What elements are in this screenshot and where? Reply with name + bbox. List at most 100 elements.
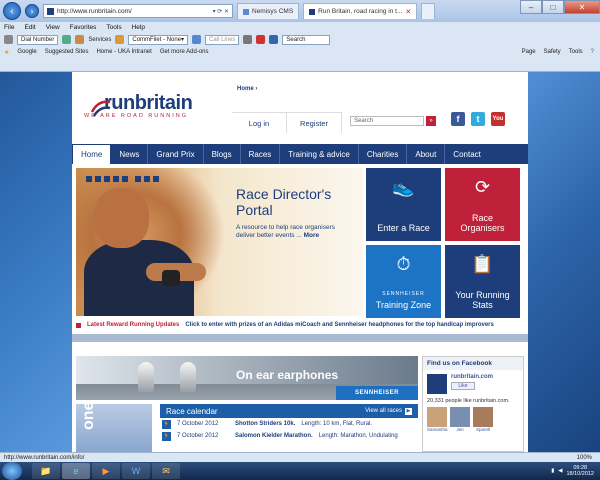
youtube-icon[interactable]: You: [491, 112, 505, 126]
tab-nemisys[interactable]: Nemisys CMS: [237, 3, 300, 19]
nav-grand-prix[interactable]: Grand Prix: [148, 144, 204, 164]
minimize-button[interactable]: –: [520, 0, 542, 14]
fan-avatar[interactable]: [473, 407, 493, 427]
address-controls-icon[interactable]: ▾ ⟳ ✕: [213, 8, 232, 15]
network-icon[interactable]: ▮: [551, 468, 554, 474]
settings-icon[interactable]: [75, 35, 85, 44]
fan-avatar[interactable]: [427, 407, 447, 427]
favorites-star-icon[interactable]: ★: [4, 49, 9, 56]
facebook-page-name[interactable]: runbritain.com: [451, 374, 493, 380]
nav-home[interactable]: Home: [72, 144, 112, 164]
fan-name[interactable]: Jen: [450, 427, 470, 432]
help-icon[interactable]: ?: [591, 49, 594, 55]
fav-uka-intranet[interactable]: Home - UKA Intranet: [96, 49, 151, 55]
race-name[interactable]: Salomon Kielder Marathon.: [235, 433, 313, 439]
zoom-level[interactable]: 100%: [577, 455, 600, 461]
services-label[interactable]: Services: [88, 37, 111, 43]
close-window-button[interactable]: ✕: [564, 0, 600, 14]
clock[interactable]: 09:28 18/10/2012: [566, 465, 594, 477]
phone-icon[interactable]: [62, 35, 72, 44]
ticker-text[interactable]: Click to enter with prizes of an Adidas …: [185, 322, 494, 328]
menu-help[interactable]: Help: [132, 24, 145, 31]
cmd-safety[interactable]: Safety: [544, 49, 561, 55]
side-promo-image[interactable]: ones: [76, 404, 152, 452]
internet-explorer-taskbar-icon[interactable]: e: [62, 463, 90, 479]
nav-charities[interactable]: Charities: [359, 144, 408, 164]
forward-button[interactable]: ›: [25, 4, 39, 18]
menu-tools[interactable]: Tools: [106, 24, 121, 31]
nav-about[interactable]: About: [407, 144, 446, 164]
nav-blogs[interactable]: Blogs: [204, 144, 241, 164]
tile-running-stats[interactable]: 📋 Your Running Stats: [445, 245, 520, 318]
nav-news[interactable]: News: [111, 144, 149, 164]
facebook-page-avatar[interactable]: [427, 374, 447, 394]
carousel-dot[interactable]: [153, 176, 159, 182]
facebook-icon[interactable]: f: [451, 112, 465, 126]
search-go-button[interactable]: »: [426, 116, 436, 126]
start-button[interactable]: [2, 462, 22, 480]
tile-training-zone[interactable]: ⏱ SENNHEISER Training Zone: [366, 245, 441, 318]
carousel-dot[interactable]: [95, 176, 101, 182]
login-link[interactable]: Log in: [232, 113, 287, 133]
hero-carousel[interactable]: Race Director's Portal A resource to hel…: [76, 168, 363, 316]
fan-avatar[interactable]: [450, 407, 470, 427]
tile-enter-a-race[interactable]: 👟 Enter a Race: [366, 168, 441, 241]
race-calendar-row[interactable]: 🏃 7 October 2012 Salomon Kielder Maratho…: [160, 430, 418, 442]
toolbar-search-field[interactable]: Search: [282, 34, 331, 45]
call-lines-field[interactable]: Call Lines: [205, 34, 240, 45]
home-icon[interactable]: [115, 35, 125, 44]
cmd-page[interactable]: Page: [522, 49, 536, 55]
close-toolbar-icon[interactable]: [4, 35, 13, 44]
menu-view[interactable]: View: [46, 24, 60, 31]
carousel-dot[interactable]: [104, 176, 110, 182]
fav-google[interactable]: Google: [17, 49, 36, 55]
menu-favorites[interactable]: Favorites: [70, 24, 97, 31]
sennheiser-banner-ad[interactable]: On ear earphones SENNHEISER: [76, 356, 418, 400]
commfile-select[interactable]: CommFilet - None ▾: [128, 34, 189, 45]
tab-close-icon[interactable]: ✕: [405, 8, 411, 16]
news-ticker[interactable]: Latest Reward Running Updates Click to e…: [76, 320, 524, 330]
fav-suggested-sites[interactable]: Suggested Sites: [45, 49, 89, 55]
cmd-tools[interactable]: Tools: [569, 49, 583, 55]
tile-race-organisers[interactable]: ⟳ Race Organisers: [445, 168, 520, 241]
ticker-label[interactable]: Latest Reward Running Updates: [87, 322, 179, 328]
carousel-dot[interactable]: [135, 176, 141, 182]
mail-icon[interactable]: [256, 35, 266, 44]
word-taskbar-icon[interactable]: W: [122, 463, 150, 479]
runbritain-logo[interactable]: runbritain WE ARE ROAD RUNNING: [84, 92, 193, 119]
dial-number-field[interactable]: Dial Number: [17, 34, 59, 45]
explorer-taskbar-icon[interactable]: 📁: [32, 463, 60, 479]
menu-edit[interactable]: Edit: [24, 24, 35, 31]
carousel-dot[interactable]: [144, 176, 150, 182]
nav-races[interactable]: Races: [241, 144, 281, 164]
back-button[interactable]: ‹: [3, 2, 21, 20]
new-tab-button[interactable]: [421, 3, 436, 19]
carousel-dot[interactable]: [113, 176, 119, 182]
hero-title[interactable]: Race Director's Portal: [236, 186, 356, 218]
site-search-input[interactable]: Search: [350, 116, 424, 126]
media-player-taskbar-icon[interactable]: ▶: [92, 463, 120, 479]
fan-name[interactable]: Samantha: [427, 427, 448, 432]
volume-icon[interactable]: ◀: [558, 468, 562, 474]
view-all-races-link[interactable]: View all races ▶: [365, 407, 412, 415]
fan-name[interactable]: Sparell: [473, 427, 493, 432]
tab-runbritain[interactable]: Run Britain, road racing in t... ✕: [303, 3, 418, 19]
print-icon[interactable]: [243, 35, 253, 44]
nav-training-advice[interactable]: Training & advice: [280, 144, 359, 164]
address-bar[interactable]: http://www.runbritain.com/ ▾ ⟳ ✕: [43, 4, 233, 18]
maximize-button[interactable]: □: [542, 0, 564, 14]
globe-icon[interactable]: [269, 35, 279, 44]
register-link[interactable]: Register: [287, 113, 342, 133]
race-name[interactable]: Shotton Striders 10k.: [235, 421, 295, 427]
carousel-dot[interactable]: [86, 176, 92, 182]
hero-more-link[interactable]: More: [304, 232, 320, 239]
menu-file[interactable]: File: [4, 24, 14, 31]
carousel-dot[interactable]: [122, 176, 128, 182]
race-calendar-row[interactable]: 🏃 7 October 2012 Shotton Striders 10k. L…: [160, 418, 418, 430]
facebook-like-button[interactable]: Like: [451, 382, 475, 390]
fav-get-addons[interactable]: Get more Add-ons: [160, 49, 209, 55]
nav-contact[interactable]: Contact: [445, 144, 489, 164]
outlook-taskbar-icon[interactable]: ✉: [152, 463, 180, 479]
twitter-icon[interactable]: t: [471, 112, 485, 126]
refresh-icon[interactable]: [192, 35, 202, 44]
